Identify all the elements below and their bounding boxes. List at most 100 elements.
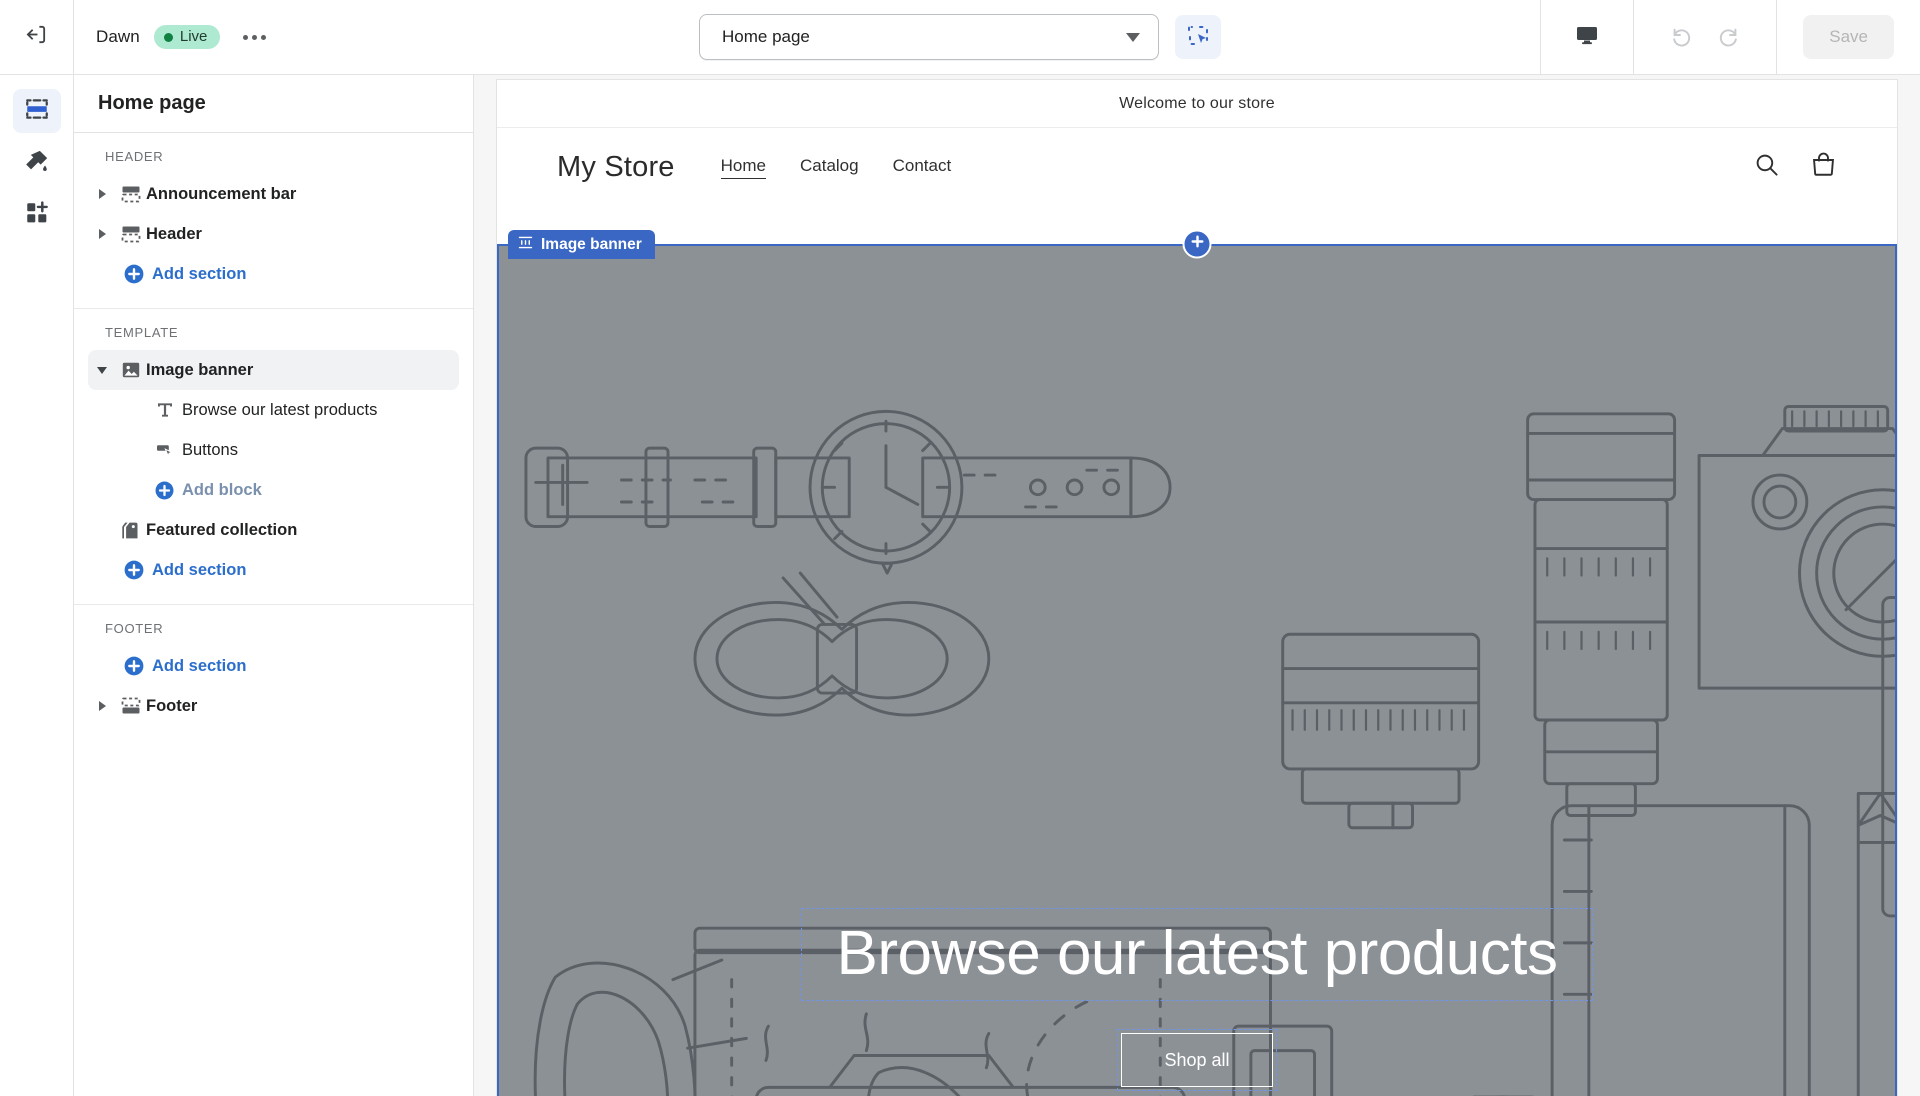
preview-pane: Welcome to our store My Store Home Catal… bbox=[474, 75, 1920, 1096]
add-section-label: Add section bbox=[152, 656, 247, 675]
plus-circle-icon bbox=[116, 655, 152, 677]
sidebar-item-featured-collection[interactable]: Featured collection bbox=[88, 510, 459, 550]
save-cell: Save bbox=[1776, 0, 1920, 75]
shopping-bag-icon[interactable] bbox=[1810, 151, 1837, 183]
top-bar-right: Save bbox=[1540, 0, 1920, 75]
group-label-template: TEMPLATE bbox=[105, 325, 179, 340]
sections-icon bbox=[24, 96, 50, 127]
select-region-icon bbox=[1186, 23, 1210, 52]
rail-item-theme-settings[interactable] bbox=[13, 141, 61, 185]
device-preview-button[interactable] bbox=[1567, 17, 1607, 57]
status-badge: Live bbox=[153, 25, 221, 49]
banner-buttons-block[interactable]: Shop all bbox=[1117, 1029, 1277, 1091]
add-block-label: Add block bbox=[182, 480, 262, 499]
sidebar-group-footer: FOOTER Add section Footer bbox=[74, 605, 473, 740]
header-icon bbox=[116, 224, 146, 244]
sidebar-group-template: TEMPLATE Image banner Browse our latest … bbox=[74, 309, 473, 605]
undo-button[interactable] bbox=[1660, 17, 1700, 57]
group-label-header: HEADER bbox=[105, 149, 164, 164]
store-nav: Home Catalog Contact bbox=[720, 156, 952, 179]
editor-body: Home page HEADER Announcement bar Header… bbox=[0, 75, 1920, 1096]
sidebar-item-header[interactable]: Header bbox=[88, 214, 459, 254]
add-section-button-header[interactable]: Add section bbox=[88, 254, 459, 294]
redo-icon bbox=[1717, 22, 1743, 53]
status-badge-label: Live bbox=[179, 28, 208, 45]
more-options-button[interactable] bbox=[234, 17, 274, 57]
banner-content: Browse our latest products Shop all bbox=[499, 246, 1895, 1096]
sections-sidebar: Home page HEADER Announcement bar Header… bbox=[74, 75, 474, 1096]
plus-circle-icon bbox=[146, 480, 182, 501]
button-icon bbox=[148, 441, 182, 459]
exit-editor-button[interactable] bbox=[17, 17, 57, 57]
store-header: My Store Home Catalog Contact bbox=[497, 128, 1897, 206]
shop-all-button[interactable]: Shop all bbox=[1121, 1033, 1273, 1087]
sidebar-block-buttons[interactable]: Buttons bbox=[88, 430, 459, 470]
add-section-label: Add section bbox=[152, 264, 247, 283]
disclosure-toggle[interactable] bbox=[88, 189, 116, 199]
nav-link-catalog[interactable]: Catalog bbox=[800, 156, 859, 178]
plus-icon bbox=[1189, 234, 1205, 255]
add-section-label: Add section bbox=[152, 560, 247, 579]
nav-link-home[interactable]: Home bbox=[720, 156, 766, 179]
redo-button[interactable] bbox=[1710, 17, 1750, 57]
search-icon[interactable] bbox=[1753, 151, 1780, 183]
disclosure-toggle[interactable] bbox=[88, 229, 116, 239]
disclosure-toggle[interactable] bbox=[88, 701, 116, 711]
store-actions bbox=[1753, 151, 1837, 183]
add-block-button[interactable]: Add block bbox=[88, 470, 459, 510]
sidebar-group-header: HEADER Announcement bar Header Add secti… bbox=[74, 133, 473, 309]
sidebar-item-label: Announcement bar bbox=[146, 184, 297, 203]
sidebar-block-label: Buttons bbox=[182, 440, 238, 459]
sidebar-item-label: Footer bbox=[146, 696, 198, 715]
banner-heading-block[interactable]: Browse our latest products bbox=[801, 907, 1593, 1002]
chevron-right-icon bbox=[98, 701, 106, 711]
chevron-down-icon bbox=[97, 366, 107, 374]
page-selector[interactable]: Home page bbox=[699, 14, 1159, 60]
nav-link-contact[interactable]: Contact bbox=[893, 156, 952, 178]
plus-circle-icon bbox=[116, 559, 152, 581]
drag-handle-icon bbox=[518, 235, 533, 255]
add-section-button-template[interactable]: Add section bbox=[88, 550, 459, 590]
section-badge-label: Image banner bbox=[541, 235, 642, 253]
add-section-inline-button[interactable] bbox=[1182, 229, 1212, 259]
page-selector-group: Home page bbox=[699, 14, 1221, 60]
undo-icon bbox=[1667, 22, 1693, 53]
chevron-right-icon bbox=[98, 189, 106, 199]
paintbrush-icon bbox=[24, 148, 50, 179]
sidebar-item-label: Header bbox=[146, 224, 202, 243]
history-cell bbox=[1633, 0, 1776, 75]
sidebar-block-label: Browse our latest products bbox=[182, 400, 378, 419]
rail-item-apps[interactable] bbox=[13, 193, 61, 237]
live-dot-icon bbox=[163, 32, 173, 42]
disclosure-toggle[interactable] bbox=[88, 366, 116, 374]
theme-editor: Dawn Live Home page Save Home page HEADE… bbox=[0, 0, 1920, 1096]
image-icon bbox=[116, 360, 146, 380]
top-bar: Dawn Live Home page Save bbox=[0, 0, 1920, 75]
apps-icon bbox=[24, 200, 50, 231]
group-label-footer: FOOTER bbox=[105, 621, 164, 636]
storefront-preview: Welcome to our store My Store Home Catal… bbox=[496, 79, 1898, 1096]
page-title: Home page bbox=[74, 75, 473, 133]
page-selector-value: Home page bbox=[722, 27, 810, 46]
device-cell bbox=[1540, 0, 1633, 75]
inspector-toggle-button[interactable] bbox=[1175, 15, 1221, 59]
chevron-right-icon bbox=[98, 229, 106, 239]
announcement-bar: Welcome to our store bbox=[497, 80, 1897, 128]
add-section-button-footer[interactable]: Add section bbox=[88, 646, 459, 686]
text-icon bbox=[148, 401, 182, 419]
sidebar-item-image-banner[interactable]: Image banner bbox=[88, 350, 459, 390]
desktop-icon bbox=[1575, 23, 1599, 52]
icon-rail bbox=[0, 75, 74, 1096]
rail-item-sections[interactable] bbox=[12, 89, 61, 133]
theme-info: Dawn Live bbox=[74, 17, 274, 57]
exit-arrow-icon bbox=[25, 23, 48, 51]
image-banner-section[interactable]: Browse our latest products Shop all bbox=[497, 244, 1897, 1096]
section-badge[interactable]: Image banner bbox=[508, 230, 655, 259]
plus-circle-icon bbox=[116, 263, 152, 285]
save-button[interactable]: Save bbox=[1803, 15, 1894, 59]
sidebar-item-footer[interactable]: Footer bbox=[88, 686, 459, 726]
sidebar-item-announcement-bar[interactable]: Announcement bar bbox=[88, 174, 459, 214]
ellipsis-icon bbox=[242, 34, 248, 40]
store-logo[interactable]: My Store bbox=[557, 151, 675, 184]
sidebar-block-heading[interactable]: Browse our latest products bbox=[88, 390, 459, 430]
